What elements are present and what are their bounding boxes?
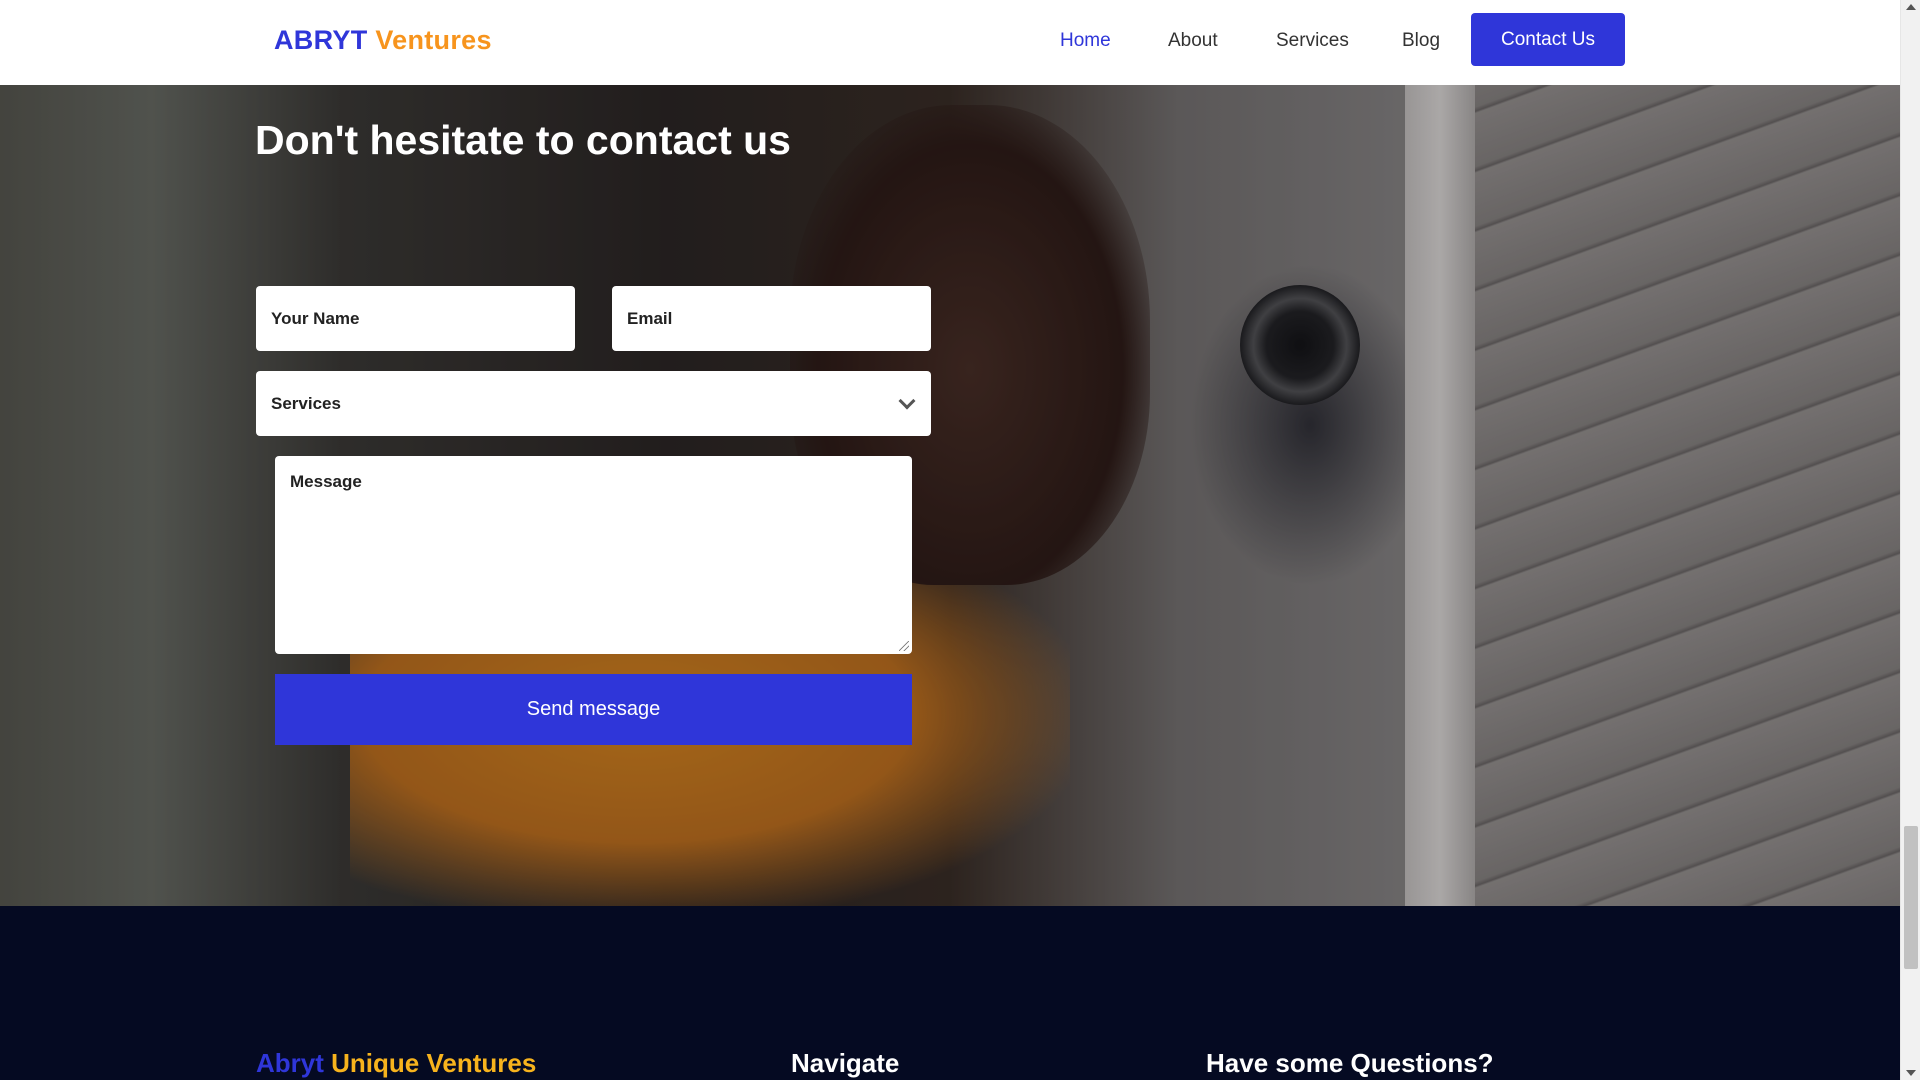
scroll-down-arrow-icon[interactable] bbox=[1906, 1070, 1916, 1076]
chevron-down-icon bbox=[898, 392, 916, 409]
message-placeholder: Message bbox=[290, 472, 362, 491]
nav-about[interactable]: About bbox=[1168, 30, 1218, 52]
site-header: ABRYT Ventures Home About Services Blog … bbox=[0, 0, 1900, 85]
message-textarea[interactable]: Message bbox=[275, 456, 912, 654]
email-input[interactable]: Email bbox=[612, 286, 931, 351]
send-message-button[interactable]: Send message bbox=[275, 674, 912, 745]
scroll-up-arrow-icon[interactable] bbox=[1906, 4, 1916, 10]
footer-navigate-heading: Navigate bbox=[791, 1048, 900, 1078]
email-placeholder: Email bbox=[627, 308, 673, 328]
page-scrollbar[interactable] bbox=[1900, 0, 1920, 1080]
site-logo[interactable]: ABRYT Ventures bbox=[274, 25, 492, 56]
logo-part-1: ABRYT bbox=[274, 25, 368, 55]
name-placeholder: Your Name bbox=[271, 308, 360, 328]
resize-handle-icon[interactable] bbox=[899, 641, 909, 651]
scrollbar-thumb[interactable] bbox=[1904, 826, 1918, 969]
nav-blog[interactable]: Blog bbox=[1402, 30, 1440, 52]
footer-brand: Abryt Unique Ventures bbox=[256, 1048, 536, 1079]
nav-home[interactable]: Home bbox=[1060, 30, 1111, 52]
services-select[interactable]: Services bbox=[256, 371, 931, 436]
footer-brand-part-1: Abryt bbox=[256, 1048, 324, 1078]
name-input[interactable]: Your Name bbox=[256, 286, 575, 351]
footer-questions-heading: Have some Questions? bbox=[1206, 1048, 1494, 1078]
logo-part-2: Ventures bbox=[375, 25, 492, 55]
nav-services[interactable]: Services bbox=[1276, 30, 1349, 52]
footer-brand-part-2: Unique Ventures bbox=[331, 1048, 537, 1078]
contact-us-button[interactable]: Contact Us bbox=[1471, 13, 1625, 66]
services-selected-value: Services bbox=[271, 393, 341, 413]
contact-heading: Don't hesitate to contact us bbox=[255, 117, 791, 163]
